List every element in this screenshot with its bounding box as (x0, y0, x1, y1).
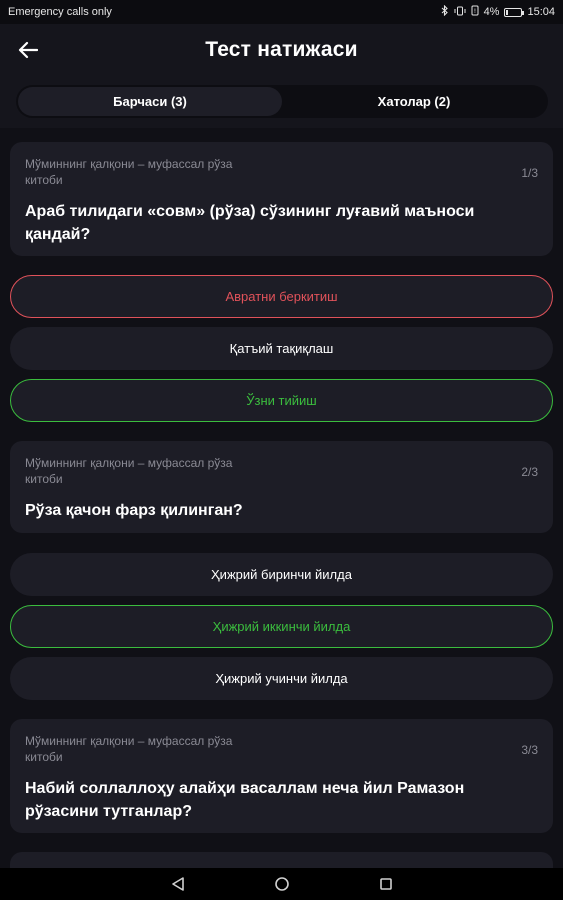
answer-option-correct[interactable]: Ҳижрий иккинчи йилда (10, 605, 553, 648)
status-icons: ! 4% 15:04 (441, 4, 555, 19)
answer-option[interactable]: Ҳижрий биринчи йилда (10, 553, 553, 596)
next-card-peek (10, 852, 553, 868)
question-number: 1/3 (521, 166, 538, 180)
home-circle-icon (274, 877, 289, 891)
answer-option[interactable]: Ҳижрий учинчи йилда (10, 657, 553, 700)
question-source: Мўминнинг қалқони – муфассал рўза китоби (25, 157, 233, 187)
question-text: Набий соллаллоҳу алайҳи васаллам неча йи… (25, 780, 465, 820)
nav-recents-button[interactable] (374, 872, 398, 896)
app-header: Тест натижаси (0, 24, 563, 76)
question-card: Мўминнинг қалқони – муфассал рўза китоби… (10, 142, 553, 256)
question-number: 3/3 (521, 743, 538, 757)
bluetooth-icon (441, 4, 449, 19)
tab-all[interactable]: Барчаси (3) (18, 87, 282, 116)
back-triangle-icon (171, 877, 184, 891)
svg-text:!: ! (473, 8, 475, 15)
question-source: Мўминнинг қалқони – муфассал рўза китоби (25, 456, 233, 486)
tab-mistakes[interactable]: Хатолар (2) (282, 87, 546, 116)
system-nav-bar (0, 868, 563, 900)
page-title: Тест натижаси (205, 38, 358, 61)
nav-back-button[interactable] (166, 872, 190, 896)
back-button[interactable] (14, 36, 42, 64)
battery-icon (504, 7, 525, 17)
question-card: Мўминнинг қалқони – муфассал рўза китоби… (10, 719, 553, 833)
question-number: 2/3 (521, 465, 538, 479)
answer-option-wrong[interactable]: Авратни беркитиш (10, 275, 553, 318)
answer-option[interactable]: Қатъий тақиқлаш (10, 327, 553, 370)
question-text: Араб тилидаги «совм» (рўза) сўзининг луғ… (25, 203, 475, 243)
question-text: Рўза қачон фарз қилинган? (25, 502, 243, 519)
vibrate-icon (454, 6, 466, 19)
question-source: Мўминнинг қалқони – муфассал рўза китоби (25, 734, 233, 764)
question-card: Мўминнинг қалқони – муфассал рўза китоби… (10, 441, 553, 533)
arrow-left-icon (18, 41, 38, 59)
battery-percent: 4% (483, 6, 500, 18)
carrier-text: Emergency calls only (8, 6, 112, 18)
status-bar: Emergency calls only ! 4% 15:04 (0, 0, 563, 24)
recents-square-icon (379, 878, 392, 890)
results-list[interactable]: Мўминнинг қалқони – муфассал рўза китоби… (0, 128, 563, 868)
status-time: 15:04 (527, 6, 555, 18)
filter-tabs: Барчаси (3) Хатолар (2) (16, 85, 548, 118)
data-icon: ! (471, 5, 479, 19)
nav-home-button[interactable] (270, 872, 294, 896)
answer-option-correct[interactable]: Ўзни тийиш (10, 379, 553, 422)
